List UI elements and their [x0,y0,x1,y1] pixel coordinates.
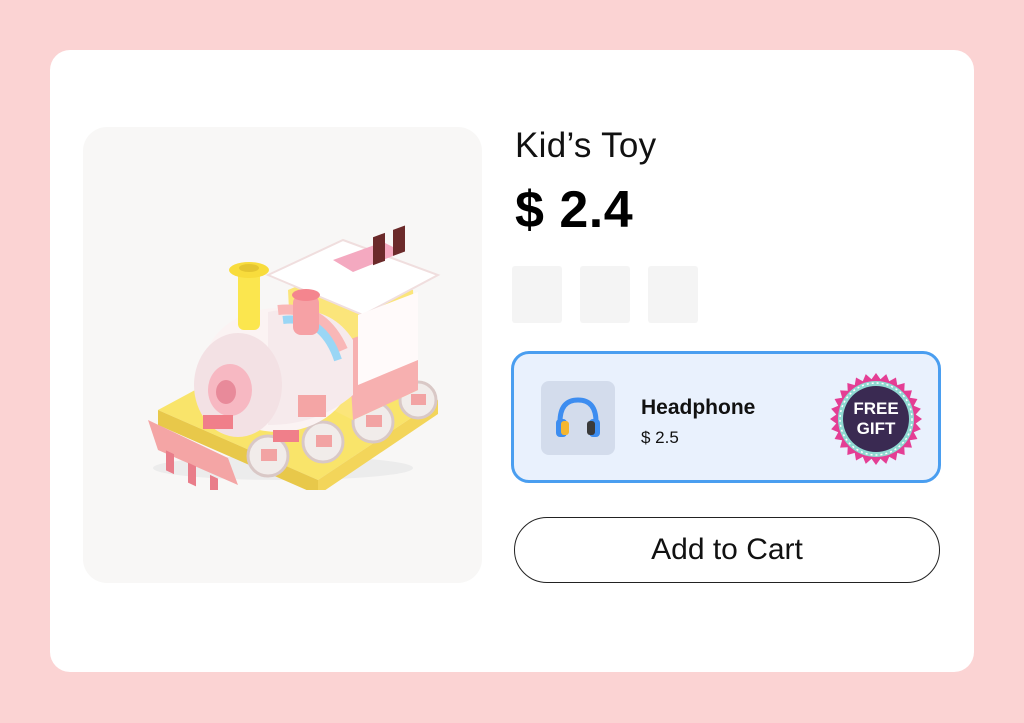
product-card: Kid’s Toy $ 2.4 Headphone $ 2.5 FREE GIF… [50,50,974,672]
thumbnail-strip [512,266,698,323]
gift-name: Headphone [641,396,756,419]
product-title: Kid’s Toy [515,126,657,165]
product-price: $ 2.4 [515,181,634,239]
gift-image [541,381,615,455]
thumbnail-2[interactable] [580,266,630,323]
badge-line-2: GIFT [857,419,896,438]
free-gift-card[interactable]: Headphone $ 2.5 FREE GIFT [511,351,941,483]
gift-price: $ 2.5 [641,428,679,447]
free-gift-badge: FREE GIFT [830,373,922,465]
add-to-cart-button[interactable]: Add to Cart [514,517,940,583]
thumbnail-3[interactable] [648,266,698,323]
toy-train-icon [147,225,440,490]
thumbnail-1[interactable] [512,266,562,323]
badge-line-1: FREE [853,399,898,418]
headphone-icon [556,397,600,437]
product-image-panel [83,127,482,583]
